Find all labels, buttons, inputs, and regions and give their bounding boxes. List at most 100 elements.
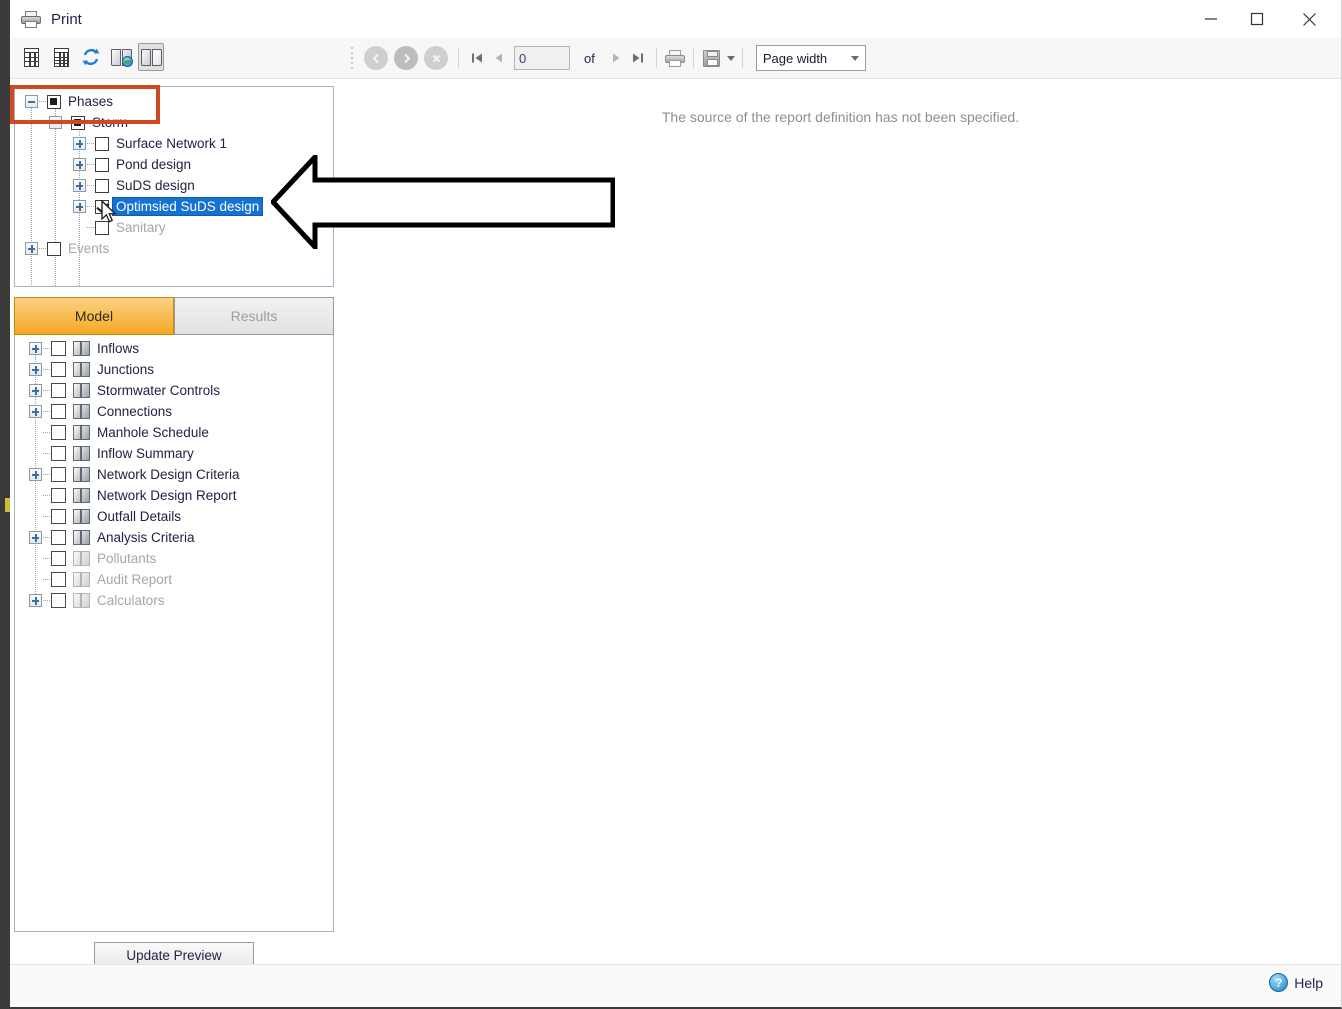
report-book-icon	[73, 446, 90, 461]
expand-icon[interactable]	[73, 200, 86, 213]
report-grid-icon[interactable]	[48, 43, 74, 71]
phase-tree-node[interactable]: Pond design	[73, 154, 191, 175]
expand-icon[interactable]	[25, 242, 38, 255]
model-item-checkbox[interactable]	[51, 551, 66, 566]
tree-connector	[43, 473, 50, 476]
phase-checkbox[interactable]	[95, 178, 109, 193]
model-tree-item[interactable]: Junctions	[29, 359, 154, 380]
report-table-icon[interactable]	[18, 43, 44, 71]
next-page-icon[interactable]	[605, 47, 627, 69]
model-item-checkbox[interactable]	[51, 593, 66, 608]
expand-icon[interactable]	[73, 137, 86, 150]
model-tree-item[interactable]: Inflow Summary	[29, 443, 194, 464]
expand-icon[interactable]	[29, 363, 42, 376]
stop-circle-icon[interactable]	[424, 46, 448, 70]
save-icon[interactable]	[701, 47, 723, 69]
model-item-checkbox[interactable]	[51, 425, 66, 440]
model-item-checkbox[interactable]	[51, 488, 66, 503]
expand-icon[interactable]	[73, 179, 86, 192]
model-item-label: Network Design Criteria	[97, 467, 240, 482]
phase-checkbox[interactable]	[47, 241, 61, 256]
update-preview-label: Update Preview	[126, 947, 222, 963]
report-book-icon	[73, 572, 90, 587]
chevron-down-icon[interactable]	[726, 55, 735, 61]
model-item-checkbox[interactable]	[51, 362, 66, 377]
model-item-checkbox[interactable]	[51, 383, 66, 398]
page-number-input[interactable]	[514, 46, 570, 70]
model-item-checkbox[interactable]	[51, 404, 66, 419]
tree-connector	[43, 389, 50, 392]
phase-checkbox[interactable]	[95, 136, 109, 151]
tree-connector	[87, 226, 94, 229]
phase-node-label: Optimsied SuDS design	[111, 197, 264, 216]
phase-node-label: Events	[68, 241, 110, 256]
tab-model[interactable]: Model	[14, 297, 174, 335]
book-icon[interactable]	[138, 43, 164, 71]
close-button[interactable]	[1286, 0, 1332, 38]
expand-icon[interactable]	[29, 342, 42, 355]
phase-node-label: SuDS design	[116, 178, 195, 193]
tree-connector	[87, 184, 94, 187]
model-item-checkbox[interactable]	[51, 446, 66, 461]
expand-icon[interactable]	[29, 594, 42, 607]
model-tree-item[interactable]: Inflows	[29, 338, 139, 359]
tab-results[interactable]: Results	[174, 297, 334, 335]
phase-tree-node[interactable]: SuDS design	[73, 175, 195, 196]
first-page-icon[interactable]	[466, 47, 488, 69]
expand-icon[interactable]	[29, 468, 42, 481]
phase-tree-node[interactable]: Sanitary	[73, 217, 166, 238]
model-item-label: Connections	[97, 404, 173, 419]
model-tree-item[interactable]: Pollutants	[29, 548, 156, 569]
phase-checkbox[interactable]	[95, 157, 109, 172]
tree-connector	[43, 557, 50, 560]
tree-connector	[43, 494, 50, 497]
model-tree-item[interactable]: Manhole Schedule	[29, 422, 209, 443]
forward-circle-icon[interactable]	[394, 46, 418, 70]
model-tree-item[interactable]: Stormwater Controls	[29, 380, 220, 401]
expand-icon[interactable]	[73, 158, 86, 171]
preview-message: The source of the report definition has …	[661, 109, 1020, 125]
toolbar-grip[interactable]	[349, 47, 355, 69]
model-item-checkbox[interactable]	[51, 509, 66, 524]
report-book-icon	[73, 425, 90, 440]
report-book-icon	[73, 551, 90, 566]
expand-icon[interactable]	[29, 405, 42, 418]
report-book-icon	[73, 593, 90, 608]
help-button[interactable]: ? Help	[1269, 973, 1323, 992]
expand-icon[interactable]	[29, 384, 42, 397]
model-tree-item[interactable]: Connections	[29, 401, 172, 422]
status-bar: ? Help	[5, 964, 1341, 1007]
model-item-label: Outfall Details	[97, 509, 182, 524]
minimize-button[interactable]	[1188, 0, 1234, 38]
toolbar-separator	[655, 48, 657, 68]
last-page-icon[interactable]	[627, 47, 649, 69]
print-icon[interactable]	[664, 47, 686, 69]
zoom-level-select[interactable]: Page width	[755, 45, 866, 71]
model-item-checkbox[interactable]	[51, 467, 66, 482]
model-tree-item[interactable]: Analysis Criteria	[29, 527, 195, 548]
model-tree-panel[interactable]: Inflows Junctions Stormwater Controls Conne…	[14, 335, 334, 932]
maximize-button[interactable]	[1234, 0, 1280, 38]
back-circle-icon[interactable]	[364, 46, 388, 70]
model-item-checkbox[interactable]	[51, 530, 66, 545]
expand-icon[interactable]	[29, 531, 42, 544]
tab-results-label: Results	[230, 308, 278, 324]
previous-page-icon[interactable]	[488, 47, 510, 69]
model-tree-item[interactable]: Outfall Details	[29, 506, 181, 527]
phase-tree-node[interactable]: Surface Network 1	[73, 133, 227, 154]
model-tree-item[interactable]: Network Design Report	[29, 485, 237, 506]
refresh-icon[interactable]	[78, 43, 104, 71]
model-tree-item[interactable]: Network Design Criteria	[29, 464, 240, 485]
model-item-checkbox[interactable]	[51, 341, 66, 356]
book-globe-icon[interactable]	[108, 43, 134, 71]
model-item-checkbox[interactable]	[51, 572, 66, 587]
toolbar-separator	[692, 48, 694, 68]
model-tree-item[interactable]: Audit Report	[29, 569, 172, 590]
model-tree-item[interactable]: Calculators	[29, 590, 165, 611]
report-book-icon	[73, 488, 90, 503]
phase-tree-node[interactable]: Events	[25, 238, 109, 259]
